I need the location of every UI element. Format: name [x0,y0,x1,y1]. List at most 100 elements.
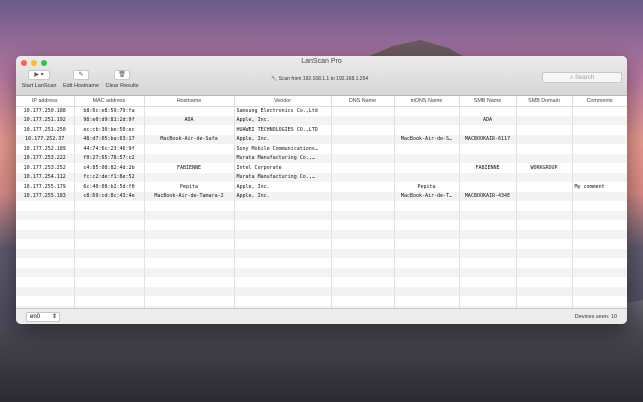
table-cell [16,239,75,249]
table-row[interactable]: 10.177.252.189 44:74:6c:23:46:9f Sony Mobi… [16,144,627,154]
table-cell [572,201,627,211]
column-header[interactable]: mDNS Name [394,96,460,107]
table-cell: Pepita [394,182,460,192]
table-cell: c8:69:cd:8c:43:4e [74,191,145,201]
table-row[interactable] [16,296,627,306]
table-cell: MACBOOKAIR-434E [459,191,517,201]
table-cell [394,144,460,154]
table-cell [144,106,235,116]
table-cell [74,220,145,230]
table-cell [234,277,332,287]
table-cell: HUAWEI TECHNOLOGIES CO.,LTD [234,125,332,135]
table-cell [394,277,460,287]
table-row[interactable]: 10.177.254.112 fc:c2:de:f1:8e:52 Murata Ma… [16,172,627,182]
table-row[interactable] [16,229,627,239]
search-input[interactable]: ⌕ Search [542,72,622,83]
table-cell: MacBook-Air-de-S… [394,134,460,144]
table-row[interactable]: 10.177.252.37 48:d7:05:ba:63:17 MacBook-Ai… [16,134,627,144]
table-cell [16,286,75,296]
table-cell [459,248,517,258]
table-cell [516,201,573,211]
devices-table: IP address MAC address Hostname Vendor DNS N… [16,96,627,324]
start-lanscan-button[interactable]: ▶ ▾ Start LanScan [19,70,59,89]
table-cell [572,115,627,125]
table-cell [331,229,395,239]
column-header[interactable]: DNS Name [331,96,395,107]
table-cell: 10.177.252.37 [16,134,75,144]
table-cell [144,286,235,296]
table-cell: 98:e0:d9:81:2d:9f [74,115,145,125]
table-cell [16,267,75,277]
table-cell [572,210,627,220]
table-cell [16,220,75,230]
table-cell [331,153,395,163]
table-cell: 10.177.251.250 [16,125,75,135]
table-cell [516,286,573,296]
table-row[interactable] [16,248,627,258]
table-row[interactable] [16,277,627,287]
table-cell [74,210,145,220]
table-cell: ADA [144,115,235,125]
table-cell [459,296,517,306]
table-row[interactable] [16,210,627,220]
table-row[interactable]: 10.177.253.222 f0:27:65:78:57:c2 Murata Ma… [16,153,627,163]
table-cell [516,277,573,287]
edit-hostname-button[interactable]: ✎ Edit Hostname [60,70,102,89]
table-cell [331,106,395,116]
table-cell [234,201,332,211]
table-cell [144,258,235,268]
table-cell [394,267,460,277]
table-cell [234,258,332,268]
window-title: LanScan Pro [301,58,342,65]
table-row[interactable] [16,267,627,277]
table-cell: 48:d7:05:ba:63:17 [74,134,145,144]
table-row[interactable] [16,239,627,249]
table-cell: c4:85:08:82:4d:2b [74,163,145,173]
table-cell [144,277,235,287]
column-header[interactable]: Vendor [234,96,332,107]
interface-select[interactable]: en0 ⇕ [26,312,60,322]
table-cell [144,144,235,154]
table-row[interactable]: 10.177.250.188 b8:6c:e8:59:79:fa Samsung E… [16,106,627,116]
table-cell [394,201,460,211]
column-header[interactable]: Comments [572,96,627,107]
table-cell [516,239,573,249]
table-cell: Apple, Inc. [234,134,332,144]
table-row[interactable]: 10.177.253.252 c4:85:08:82:4d:2b FABIENNE I… [16,163,627,173]
table-cell [572,191,627,201]
table-row[interactable] [16,201,627,211]
table-cell [394,172,460,182]
trash-icon: 🗑 [114,70,130,80]
table-cell [459,172,517,182]
column-header[interactable]: MAC address [74,96,145,107]
table-row[interactable]: 10.177.255.183 c8:69:cd:8c:43:4e MacBook-A… [16,191,627,201]
table-cell [459,182,517,192]
table-cell [516,258,573,268]
scan-range[interactable]: 🔧 Scan from 192.168.1.1 to 192.168.1.254 [271,76,368,82]
table-cell: Apple, Inc. [234,182,332,192]
start-label: Start LanScan [21,83,57,89]
table-cell [394,125,460,135]
table-cell [459,286,517,296]
table-row[interactable] [16,220,627,230]
table-cell [572,172,627,182]
table-row[interactable] [16,258,627,268]
table-cell [516,296,573,306]
table-row[interactable]: 10.177.251.250 ec:cb:30:be:50:ec HUAWEI TE… [16,125,627,135]
table-cell: Murata Manufacturing Co.,… [234,172,332,182]
table-cell: f0:27:65:78:57:c2 [74,153,145,163]
table-row[interactable]: 10.177.255.179 6c:40:08:b2:5d:f0 Pepita App… [16,182,627,192]
table-cell [331,267,395,277]
table-cell: 10.177.253.222 [16,153,75,163]
column-header[interactable]: IP address [16,96,75,107]
table-cell [394,229,460,239]
table-cell [16,210,75,220]
table-row[interactable]: 10.177.251.192 98:e0:d9:81:2d:9f ADA Apple,… [16,115,627,125]
column-header[interactable]: Hostname [144,96,235,107]
table-cell: 10.177.255.183 [16,191,75,201]
column-header[interactable]: SMB Domain [516,96,573,107]
table-cell: 44:74:6c:23:46:9f [74,144,145,154]
clear-results-button[interactable]: 🗑 Clear Results [103,70,141,89]
column-header[interactable]: SMB Name [459,96,517,107]
table-row[interactable] [16,286,627,296]
